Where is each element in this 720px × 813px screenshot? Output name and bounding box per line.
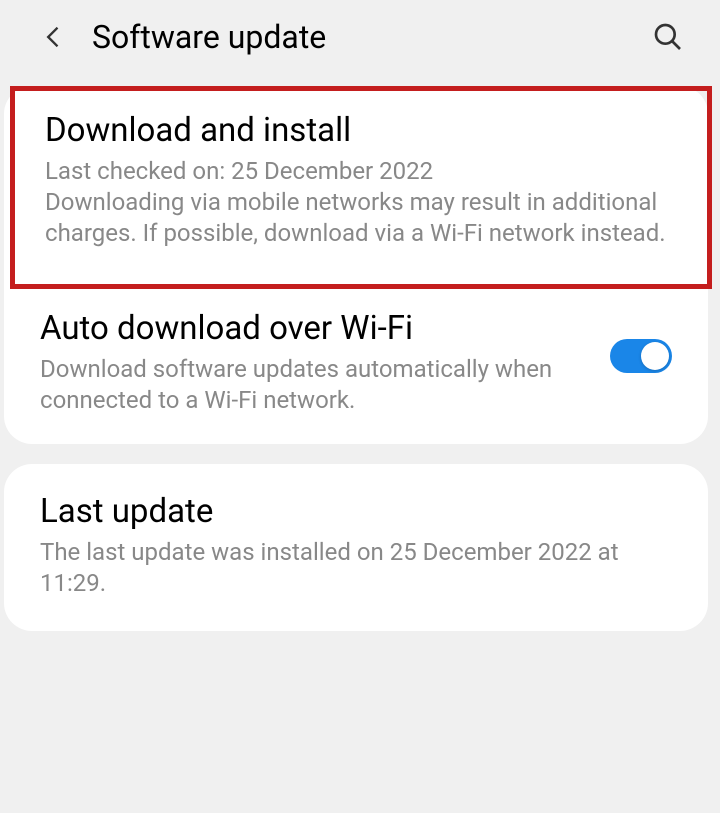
header: Software update (0, 0, 720, 76)
last-update-desc: The last update was installed on 25 Dece… (40, 537, 672, 599)
settings-card-2[interactable]: Last update The last update was installe… (4, 464, 708, 631)
download-install-title: Download and install (45, 111, 677, 150)
toggle-thumb (641, 342, 669, 370)
auto-download-toggle[interactable] (610, 339, 672, 373)
download-install-warning: Downloading via mobile networks may resu… (45, 187, 677, 249)
download-install-item[interactable]: Download and install Last checked on: 25… (10, 86, 712, 289)
auto-download-desc: Download software updates automatically … (40, 354, 590, 416)
auto-download-title: Auto download over Wi-Fi (40, 309, 590, 348)
settings-card-1: Download and install Last checked on: 25… (4, 86, 708, 444)
auto-download-item[interactable]: Auto download over Wi-Fi Download softwa… (4, 289, 708, 444)
download-install-last-checked: Last checked on: 25 December 2022 (45, 156, 677, 187)
page-title: Software update (92, 18, 628, 56)
back-icon[interactable] (40, 23, 68, 51)
last-update-title: Last update (40, 492, 672, 531)
search-icon[interactable] (652, 21, 684, 53)
